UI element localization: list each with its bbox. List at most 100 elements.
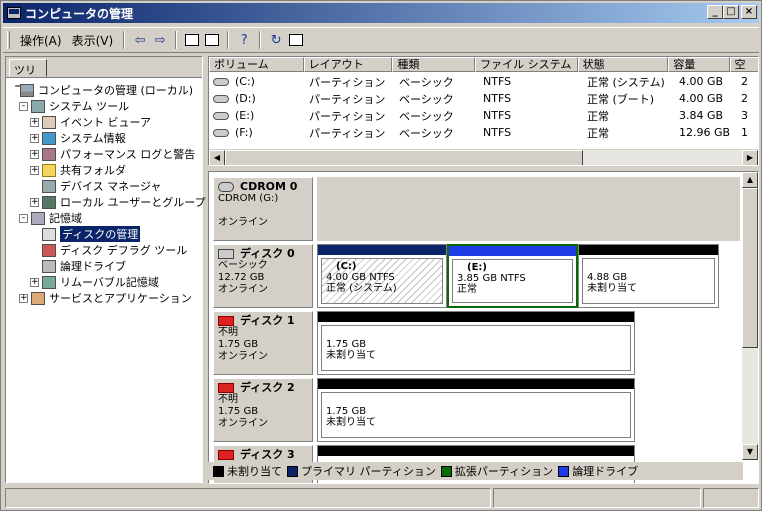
horizontal-scrollbar[interactable]: ◀ ▶ [209,149,758,165]
disk-name: ディスク 3 [240,448,295,461]
scroll-right-icon[interactable]: ▶ [742,150,758,165]
vertical-scrollbar[interactable]: ▲ ▼ [742,172,758,460]
app-window: コンピュータの管理 _ □ × 操作(A) 表示(V) ⇦ ⇨ ? ↻ ツリー … [0,0,762,511]
column-header[interactable]: ボリューム [209,57,304,72]
show-hide-tree-icon[interactable] [202,30,222,50]
removable-icon [42,275,56,289]
tree-node[interactable]: + パフォーマンス ログと警告 [8,146,200,162]
expand-icon[interactable]: + [19,293,28,303]
disk-detail: CDROM (G:) [218,193,279,204]
tree-node[interactable]: + サービスとアプリケーション [8,290,200,306]
export-list-icon[interactable] [286,30,306,50]
disk2-unallocated[interactable]: 1.75 GB 未割り当て [317,378,635,442]
menu-action[interactable]: 操作(A) [15,30,67,51]
tree-node[interactable]: デバイス マネージャ [8,178,200,194]
disk-info-1[interactable]: ディスク 1 不明 1.75 GB オンライン [213,311,313,375]
disk-error-icon [218,316,234,326]
volume-row[interactable]: (E:) パーティション ベーシック NTFS 正常 3.84 GB 3 [209,107,758,124]
tree-node-label[interactable]: 論理ドライブ [60,258,126,274]
menu-view[interactable]: 表示(V) [67,30,119,51]
expand-icon[interactable]: + [30,277,39,287]
minimize-button[interactable]: _ [707,5,723,19]
tree-node-label[interactable]: ローカル ユーザーとグループ [60,194,206,210]
tree-node[interactable]: コンピュータの管理 (ローカル) [8,82,200,98]
tree-node[interactable]: + システム情報 [8,130,200,146]
volume-row[interactable]: (D:) パーティション ベーシック NTFS 正常 (ブート) 4.00 GB 2 [209,90,758,107]
tree-node[interactable]: - 記憶域 [8,210,200,226]
expand-icon[interactable]: + [30,197,39,207]
column-header[interactable]: 種類 [392,57,476,72]
partition-unallocated[interactable]: 4.88 GB 未割り当て [578,244,719,308]
tree-node[interactable]: - システム ツール [8,98,200,114]
column-header[interactable]: 空 [729,57,758,72]
partition-e[interactable]: (E:) 3.85 GB NTFS 正常 [447,244,578,308]
disk1-unallocated[interactable]: 1.75 GB 未割り当て [317,311,635,375]
tree-node[interactable]: 論理ドライブ [8,258,200,274]
tab-tree[interactable]: ツリー [9,59,47,93]
maximize-button[interactable]: □ [723,5,739,19]
tree-node-label[interactable]: ディスクの管理 [60,226,141,242]
tree-node-label[interactable]: 記憶域 [49,210,82,226]
collapse-icon[interactable]: - [19,101,28,111]
toolbar-separator [123,31,126,49]
drive-icon [213,112,229,120]
tree-node[interactable]: ディスク デフラグ ツール [8,242,200,258]
refresh-icon[interactable]: ↻ [266,30,286,50]
disk-info-0[interactable]: ディスク 0 ベーシック 12.72 GB オンライン [213,244,313,308]
title-bar[interactable]: コンピュータの管理 _ □ × [3,3,759,23]
partition-c[interactable]: (C:) 4.00 GB NTFS 正常 (システム) [317,244,447,308]
up-level-icon[interactable] [182,30,202,50]
tree-node-label[interactable]: 共有フォルダ [60,162,126,178]
partition-status: 正常 (システム) [326,283,397,294]
expand-icon[interactable]: + [30,165,39,175]
scroll-down-icon[interactable]: ▼ [742,444,758,460]
vertical-scroll-thumb[interactable] [742,188,758,348]
tree-node[interactable]: + イベント ビューア [8,114,200,130]
disk-info-cdrom0[interactable]: CDROM 0 CDROM (G:) オンライン [213,177,313,241]
toolbar-separator [227,31,230,49]
window-title: コンピュータの管理 [25,6,134,21]
tree-node-label[interactable]: サービスとアプリケーション [49,290,192,306]
volume-cell: 4.00 GB [679,75,724,88]
disk-info-2[interactable]: ディスク 2 不明 1.75 GB オンライン [213,378,313,442]
forward-arrow-icon[interactable]: ⇨ [150,30,170,50]
legend-swatch [213,465,224,477]
close-button[interactable]: × [741,5,757,19]
scroll-up-icon[interactable]: ▲ [742,172,758,188]
tree-node-label[interactable]: コンピュータの管理 (ローカル) [38,82,193,98]
volume-cell: NTFS [483,75,512,88]
volume-cell: (F:) [209,126,305,139]
toolbar-grip [7,31,10,49]
volume-row[interactable]: (F:) パーティション ベーシック NTFS 正常 12.96 GB 1 [209,124,758,141]
tree-node[interactable]: ディスクの管理 [8,226,200,242]
back-arrow-icon[interactable]: ⇦ [130,30,150,50]
tree-node-label[interactable]: イベント ビューア [60,114,151,130]
collapse-icon[interactable]: - [19,213,28,223]
tree-node-label[interactable]: ディスク デフラグ ツール [60,242,187,258]
expand-icon[interactable]: + [30,133,39,143]
tree-node-label[interactable]: デバイス マネージャ [60,178,161,194]
column-header[interactable]: 状態 [577,57,669,72]
column-header[interactable]: レイアウト [303,57,393,72]
volume-cell: 3.84 GB [679,109,724,122]
volume-cell: 1 [741,126,748,139]
volume-cell: NTFS [483,126,512,139]
tree-node-label[interactable]: リムーバブル記憶域 [60,274,159,290]
tree-node[interactable]: + リムーバブル記憶域 [8,274,200,290]
disk-icon [218,249,234,259]
volume-cell: (E:) [209,109,305,122]
expand-icon[interactable]: + [30,117,39,127]
tree-node-label[interactable]: システム ツール [49,98,129,114]
column-header[interactable]: 容量 [668,57,730,72]
tree-node-label[interactable]: パフォーマンス ログと警告 [60,146,195,162]
help-icon[interactable]: ? [234,30,254,50]
tree-node-label[interactable]: システム情報 [60,130,126,146]
column-header[interactable]: ファイル システム [475,57,578,72]
expand-icon[interactable]: + [30,149,39,159]
tree-node[interactable]: + 共有フォルダ [8,162,200,178]
scroll-left-icon[interactable]: ◀ [209,150,225,165]
toolbar-separator [259,31,262,49]
horizontal-scroll-thumb[interactable] [225,150,583,165]
volume-row[interactable]: (C:) パーティション ベーシック NTFS 正常 (システム) 4.00 GB 2 [209,73,758,90]
tree-node[interactable]: + ローカル ユーザーとグループ [8,194,206,210]
